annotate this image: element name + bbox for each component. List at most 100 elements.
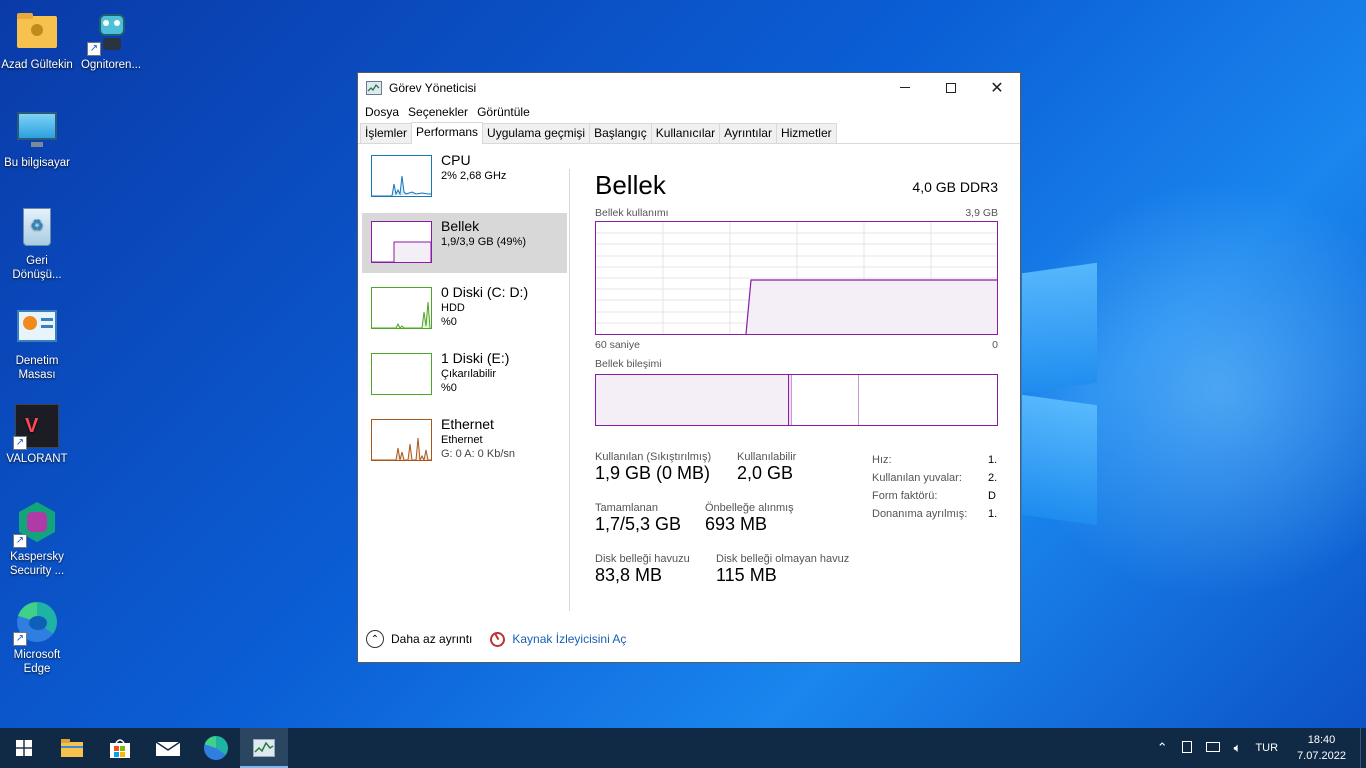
axis-right-label: 0 bbox=[992, 339, 998, 351]
perf-name: 1 Diski (E:) bbox=[441, 350, 510, 366]
stat-nonpaged-pool: Disk belleği olmayan havuz 115 MB bbox=[716, 553, 849, 586]
stat-value: 2,0 GB bbox=[737, 463, 794, 483]
minimize-button[interactable] bbox=[882, 73, 928, 102]
stat-value: 693 MB bbox=[705, 514, 768, 534]
desktop-icon-kaspersky[interactable]: ↗ Kaspersky Security ... bbox=[0, 502, 74, 578]
axis-left-label: 60 saniye bbox=[595, 339, 640, 351]
tab-performans[interactable]: Performans bbox=[411, 122, 484, 144]
shortcut-arrow-icon: ↗ bbox=[87, 42, 101, 56]
desktop-icon-edge[interactable]: ↗ Microsoft Edge bbox=[0, 600, 74, 676]
taskbar-edge[interactable] bbox=[192, 728, 240, 768]
perf-sub: HDD bbox=[441, 302, 465, 314]
perf-name: CPU bbox=[441, 152, 471, 168]
taskbar-file-explorer[interactable] bbox=[48, 728, 96, 768]
desktop-icon-user-folder[interactable]: Azad Gültekin bbox=[0, 10, 74, 72]
windows-start-icon bbox=[16, 740, 32, 756]
perf-item-disk0[interactable]: 0 Diski (C: D:) HDD %0 bbox=[362, 279, 567, 339]
perf-sub2: %0 bbox=[441, 382, 457, 394]
stat-label: Tamamlanan bbox=[595, 502, 658, 514]
chevron-up-icon[interactable]: ⌃ bbox=[366, 630, 384, 648]
desktop-icon-ognitoren[interactable]: ↗ Ognitoren... bbox=[74, 10, 148, 72]
minimize-icon bbox=[900, 87, 910, 88]
menu-dosya[interactable]: Dosya bbox=[361, 105, 403, 119]
stat-value: 115 MB bbox=[716, 565, 777, 585]
perf-item-ethernet[interactable]: Ethernet Ethernet G: 0 A: 0 Kb/sn bbox=[362, 411, 567, 471]
tab-islemler[interactable]: İşlemler bbox=[360, 123, 413, 143]
desktop-icon-recycle-bin[interactable]: ♻ Geri Dönüşü... bbox=[0, 206, 74, 282]
open-resource-monitor-link[interactable]: Kaynak İzleyicisini Aç bbox=[512, 632, 626, 646]
desktop-icon-this-pc[interactable]: Bu bilgisayar bbox=[0, 108, 74, 170]
task-manager-icon bbox=[366, 80, 382, 95]
network-icon[interactable] bbox=[1205, 741, 1220, 755]
clock[interactable]: 18:40 7.07.2022 bbox=[1297, 732, 1346, 764]
tab-uygulama-gecmisi[interactable]: Uygulama geçmişi bbox=[482, 123, 591, 143]
footer: ⌃ Daha az ayrıntı Kaynak İzleyicisini Aç bbox=[366, 630, 626, 648]
tab-hizmetler[interactable]: Hizmetler bbox=[775, 123, 837, 143]
tab-bar: İşlemler Performans Uygulama geçmişi Baş… bbox=[358, 122, 1020, 144]
stat-paged-pool: Disk belleği havuzu 83,8 MB bbox=[595, 553, 690, 586]
system-tray: ⌃ 🔈︎ TUR 18:40 7.07.2022 bbox=[1150, 728, 1366, 768]
wallpaper-glow bbox=[1000, 180, 1366, 600]
hw-stat-value: 1. bbox=[988, 454, 998, 466]
usage-max: 3,9 GB bbox=[965, 207, 998, 219]
perf-item-disk1[interactable]: 1 Diski (E:) Çıkarılabilir %0 bbox=[362, 345, 567, 405]
menu-goruntule[interactable]: Görüntüle bbox=[473, 105, 534, 119]
volume-icon[interactable]: 🔈︎ bbox=[1234, 740, 1242, 756]
taskbar: ⌃ 🔈︎ TUR 18:40 7.07.2022 bbox=[0, 728, 1366, 768]
perf-sub: Çıkarılabilir bbox=[441, 368, 497, 380]
memory-detail-pane: Bellek 4,0 GB DDR3 Bellek kullanımı 3,9 … bbox=[595, 169, 998, 585]
shortcut-arrow-icon: ↗ bbox=[13, 632, 27, 646]
desktop-icon-label: Azad Gültekin bbox=[1, 59, 73, 71]
tab-kullanicilar[interactable]: Kullanıcılar bbox=[650, 123, 721, 143]
menu-secenekler[interactable]: Seçenekler bbox=[404, 105, 472, 119]
language-indicator[interactable]: TUR bbox=[1255, 742, 1278, 754]
stat-value: 1,9 GB (0 MB) bbox=[595, 463, 711, 483]
notification-area-icon[interactable] bbox=[1181, 740, 1192, 756]
title-bar[interactable]: Görev Yöneticisi ✕ bbox=[358, 73, 1020, 102]
robot-app-icon: ↗ bbox=[87, 10, 133, 56]
show-desktop-button[interactable] bbox=[1360, 728, 1366, 768]
close-button[interactable]: ✕ bbox=[974, 73, 1020, 102]
chevron-up-icon[interactable]: ⌃ bbox=[1157, 740, 1168, 756]
cpu-thumbnail-graph bbox=[371, 155, 432, 197]
taskbar-task-manager[interactable] bbox=[240, 728, 288, 768]
memory-usage-graph bbox=[595, 221, 998, 335]
memory-hardware-stats: Hız: 1. Kullanılan yuvalar: 2. Form faktör… bbox=[872, 451, 997, 523]
stat-label: Disk belleği olmayan havuz bbox=[716, 553, 850, 565]
hw-stat-row: Kullanılan yuvalar: 2. bbox=[872, 469, 997, 487]
usage-label: Bellek kullanımı bbox=[595, 207, 669, 219]
perf-sub: 1,9/3,9 GB (49%) bbox=[441, 236, 526, 248]
fewer-details-link[interactable]: Daha az ayrıntı bbox=[391, 632, 472, 646]
taskbar-mail[interactable] bbox=[144, 728, 192, 768]
desktop-icon-label: Denetim Masası bbox=[15, 355, 59, 381]
disk1-thumbnail-graph bbox=[371, 353, 432, 395]
window-title: Görev Yöneticisi bbox=[389, 80, 477, 95]
memory-composition-bar bbox=[595, 374, 998, 426]
memory-spec: 4,0 GB DDR3 bbox=[912, 179, 998, 195]
desktop-icon-label: VALORANT bbox=[6, 453, 68, 465]
perf-item-cpu[interactable]: CPU 2% 2,68 GHz bbox=[362, 147, 567, 207]
hw-stat-value: 2. bbox=[988, 472, 998, 484]
perf-item-memory[interactable]: Bellek 1,9/3,9 GB (49%) bbox=[362, 213, 567, 273]
desktop-icon-label: Kaspersky Security ... bbox=[9, 551, 65, 577]
maximize-button[interactable] bbox=[928, 73, 974, 102]
desktop-icon-label: Bu bilgisayar bbox=[4, 157, 70, 169]
stat-cached: Önbelleğe alınmış 693 MB bbox=[705, 502, 794, 535]
desktop-icon-control-panel[interactable]: Denetim Masası bbox=[0, 306, 74, 382]
kaspersky-icon: ↗ bbox=[13, 502, 59, 548]
hw-stat-label: Kullanılan yuvalar: bbox=[872, 472, 962, 484]
hw-stat-label: Hız: bbox=[872, 454, 892, 466]
hw-stat-value: D bbox=[988, 490, 996, 502]
tab-ayrintilar[interactable]: Ayrıntılar bbox=[719, 123, 777, 143]
tab-baslangic[interactable]: Başlangıç bbox=[589, 123, 652, 143]
user-folder-icon bbox=[15, 10, 59, 54]
composition-label: Bellek bileşimi bbox=[595, 358, 662, 370]
taskbar-store[interactable] bbox=[96, 728, 144, 768]
clock-date: 7.07.2022 bbox=[1297, 750, 1346, 762]
desktop-icon-valorant[interactable]: V ↗ VALORANT bbox=[0, 404, 74, 466]
pane-divider[interactable] bbox=[569, 169, 570, 611]
stat-label: Kullanılan (Sıkıştırılmış) bbox=[595, 451, 712, 463]
desktop-icon-label: Geri Dönüşü... bbox=[12, 255, 62, 281]
recycle-bin-icon: ♻ bbox=[15, 206, 59, 250]
start-button[interactable] bbox=[0, 728, 48, 768]
